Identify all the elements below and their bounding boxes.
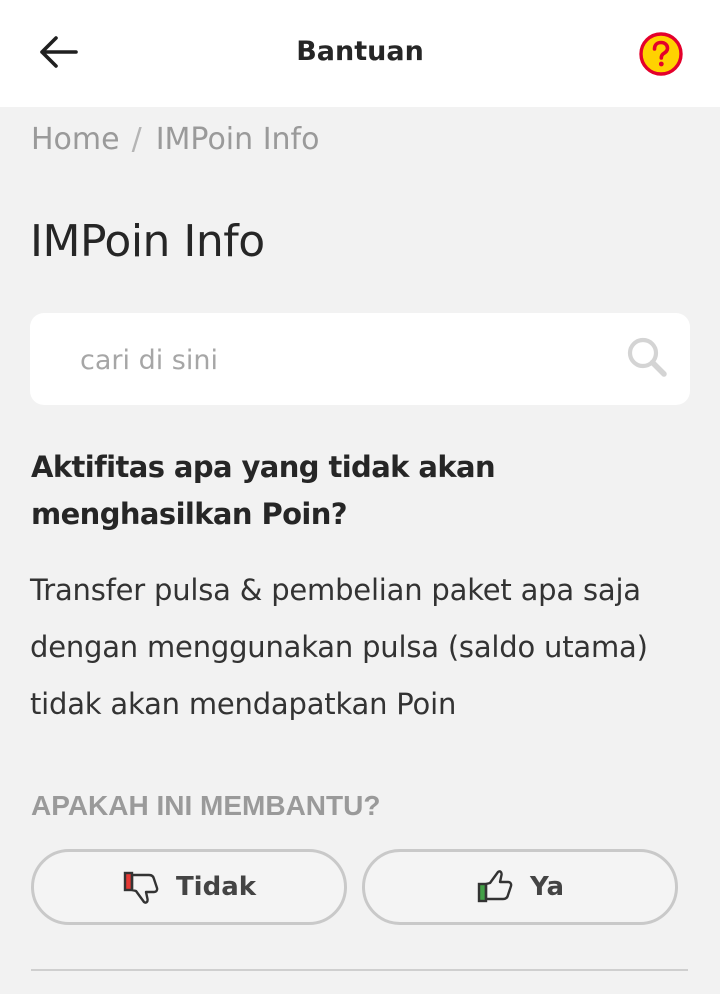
thumbs-down-icon	[123, 871, 159, 904]
feedback-yes-button[interactable]: Ya	[362, 849, 678, 925]
breadcrumb-current: IMPoin Info	[155, 122, 320, 157]
search-icon[interactable]	[624, 334, 670, 380]
app-bar-title: Bantuan	[296, 36, 424, 67]
feedback-prompt: APAKAH INI MEMBANTU?	[31, 790, 381, 821]
divider	[31, 969, 688, 971]
page-title: IMPoin Info	[30, 216, 265, 267]
feedback-yes-label: Ya	[530, 872, 564, 902]
help-button[interactable]	[632, 25, 690, 83]
feedback-no-button[interactable]: Tidak	[31, 849, 347, 925]
faq-answer: Transfer pulsa & pembelian paket apa saj…	[30, 573, 648, 721]
breadcrumb-separator: /	[131, 122, 142, 157]
feedback-no-label: Tidak	[175, 872, 257, 902]
top-app-bar: Bantuan	[0, 0, 720, 107]
breadcrumb-home-link[interactable]: Home	[31, 122, 120, 157]
search-input[interactable]	[78, 333, 602, 387]
search-bar	[30, 313, 690, 405]
faq-question: Aktifitas apa yang tidak akan menghasilk…	[31, 450, 496, 531]
question-circle-icon	[639, 32, 683, 76]
thumbs-up-icon	[477, 870, 513, 903]
breadcrumb: Home / IMPoin Info	[31, 122, 319, 157]
